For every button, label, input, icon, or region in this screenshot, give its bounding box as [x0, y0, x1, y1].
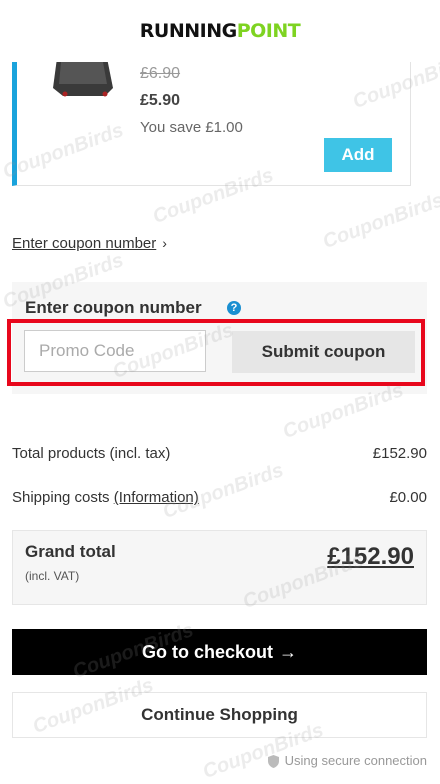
continue-shopping-button[interactable]: Continue Shopping — [12, 692, 427, 738]
sale-price: £5.90 — [140, 92, 181, 109]
enter-coupon-link-label: Enter coupon number — [12, 235, 157, 252]
shipping-information-link[interactable]: (Information) — [114, 489, 199, 506]
shipping-costs-label: Shipping costs — [12, 489, 110, 506]
total-products-label: Total products (incl. tax) — [12, 445, 171, 462]
grand-total-label: Grand total — [25, 542, 116, 561]
grand-total-box: Grand total (incl. VAT) £152.90 — [12, 530, 427, 605]
watermark: CouponBirds — [319, 189, 440, 254]
enter-coupon-link[interactable]: Enter coupon number › — [12, 235, 167, 252]
header: RUNNINGPOINT — [0, 0, 440, 62]
running-point-logo[interactable]: RUNNINGPOINT — [0, 20, 440, 42]
add-button[interactable]: Add — [324, 138, 392, 172]
arrow-right-icon: → — [279, 641, 297, 662]
checkout-label: Go to checkout — [141, 641, 273, 662]
secure-connection-note: Using secure connection — [267, 753, 427, 769]
highlight-box — [7, 319, 425, 386]
grand-total-value: £152.90 — [327, 543, 414, 570]
go-to-checkout-button[interactable]: Go to checkout → — [12, 629, 427, 675]
chevron-right-icon: › — [162, 235, 167, 251]
logo-text-running: RUNNING — [139, 20, 237, 42]
product-thumbnail — [35, 58, 130, 106]
secure-connection-text: Using secure connection — [284, 753, 427, 768]
total-products-row: Total products (incl. tax) £152.90 — [12, 445, 427, 462]
help-icon[interactable]: ? — [227, 301, 241, 315]
logo-text-point: POINT — [236, 20, 301, 42]
coupon-panel-title: Enter coupon number — [25, 298, 202, 317]
shipping-costs-row: Shipping costs (Information) £0.00 — [12, 489, 427, 506]
shipping-costs-value: £0.00 — [389, 489, 427, 506]
savings-text: You save £1.00 — [140, 119, 243, 136]
total-products-value: £152.90 — [372, 445, 427, 462]
shield-icon — [267, 755, 279, 769]
original-price: £6.90 — [140, 65, 181, 82]
grand-total-vat-note: (incl. VAT) — [25, 569, 80, 583]
